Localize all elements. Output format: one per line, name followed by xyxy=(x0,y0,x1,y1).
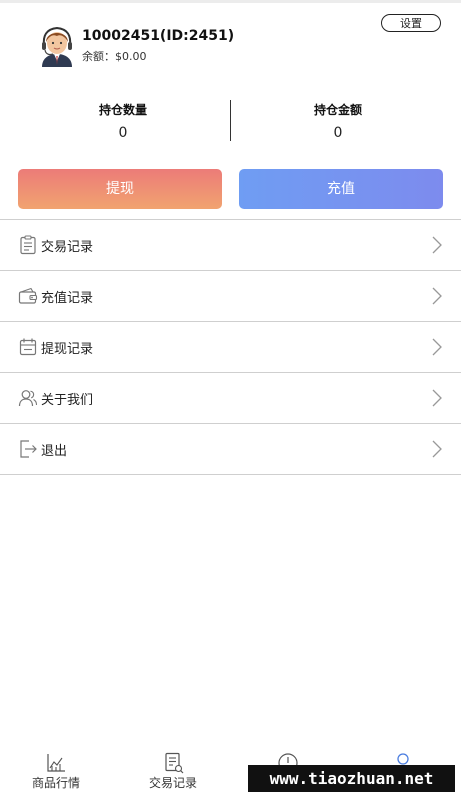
nav-tab-market[interactable]: 商品行情 xyxy=(16,752,96,791)
position-amount-stat: 持仓金额 0 xyxy=(223,101,453,141)
nav-tab-label: 商品行情 xyxy=(31,776,80,790)
balance-text: 余额：$0.00 xyxy=(82,50,147,63)
avatar[interactable] xyxy=(38,25,76,67)
settings-button[interactable]: 设置 xyxy=(381,14,441,32)
username: 10002451(ID:2451) xyxy=(82,28,235,44)
menu-item-trade-records[interactable]: 交易记录 xyxy=(0,220,461,271)
chevron-right-icon xyxy=(432,389,442,407)
menu-item-label: 提现记录 xyxy=(41,342,94,357)
position-amount-label: 持仓金额 xyxy=(313,103,362,117)
position-count-label: 持仓数量 xyxy=(98,103,147,117)
withdraw-button[interactable]: 提现 xyxy=(18,169,222,209)
logout-icon xyxy=(20,440,37,458)
chevron-right-icon xyxy=(432,338,442,356)
recharge-button[interactable]: 充值 xyxy=(239,169,443,209)
position-count-stat: 持仓数量 0 xyxy=(8,101,238,141)
menu-item-label: 退出 xyxy=(41,444,68,459)
menu-item-label: 关于我们 xyxy=(41,393,94,408)
calendar-icon xyxy=(19,338,37,356)
wallet-icon xyxy=(18,287,38,304)
menu-item-about-us[interactable]: 关于我们 xyxy=(0,373,461,424)
chevron-right-icon xyxy=(432,440,442,458)
position-count-value: 0 xyxy=(118,125,128,141)
watermark: www.tiaozhuan.net xyxy=(248,765,455,792)
menu-item-label: 交易记录 xyxy=(41,240,94,255)
nav-tab-label: 交易记录 xyxy=(148,776,197,790)
document-icon xyxy=(165,752,184,774)
users-icon xyxy=(18,390,38,407)
position-amount-value: 0 xyxy=(333,125,343,141)
top-divider xyxy=(0,0,461,3)
chart-icon xyxy=(47,754,65,772)
clipboard-icon xyxy=(20,235,36,255)
account-menu: 交易记录 充值记录 提现记录 关于我们 退出 xyxy=(0,219,461,475)
nav-tab-trade-records[interactable]: 交易记录 xyxy=(133,752,213,791)
menu-item-logout[interactable]: 退出 xyxy=(0,424,461,475)
chevron-right-icon xyxy=(432,287,442,305)
menu-item-withdraw-records[interactable]: 提现记录 xyxy=(0,322,461,373)
chevron-right-icon xyxy=(432,236,442,254)
menu-item-recharge-records[interactable]: 充值记录 xyxy=(0,271,461,322)
menu-item-label: 充值记录 xyxy=(41,291,94,306)
